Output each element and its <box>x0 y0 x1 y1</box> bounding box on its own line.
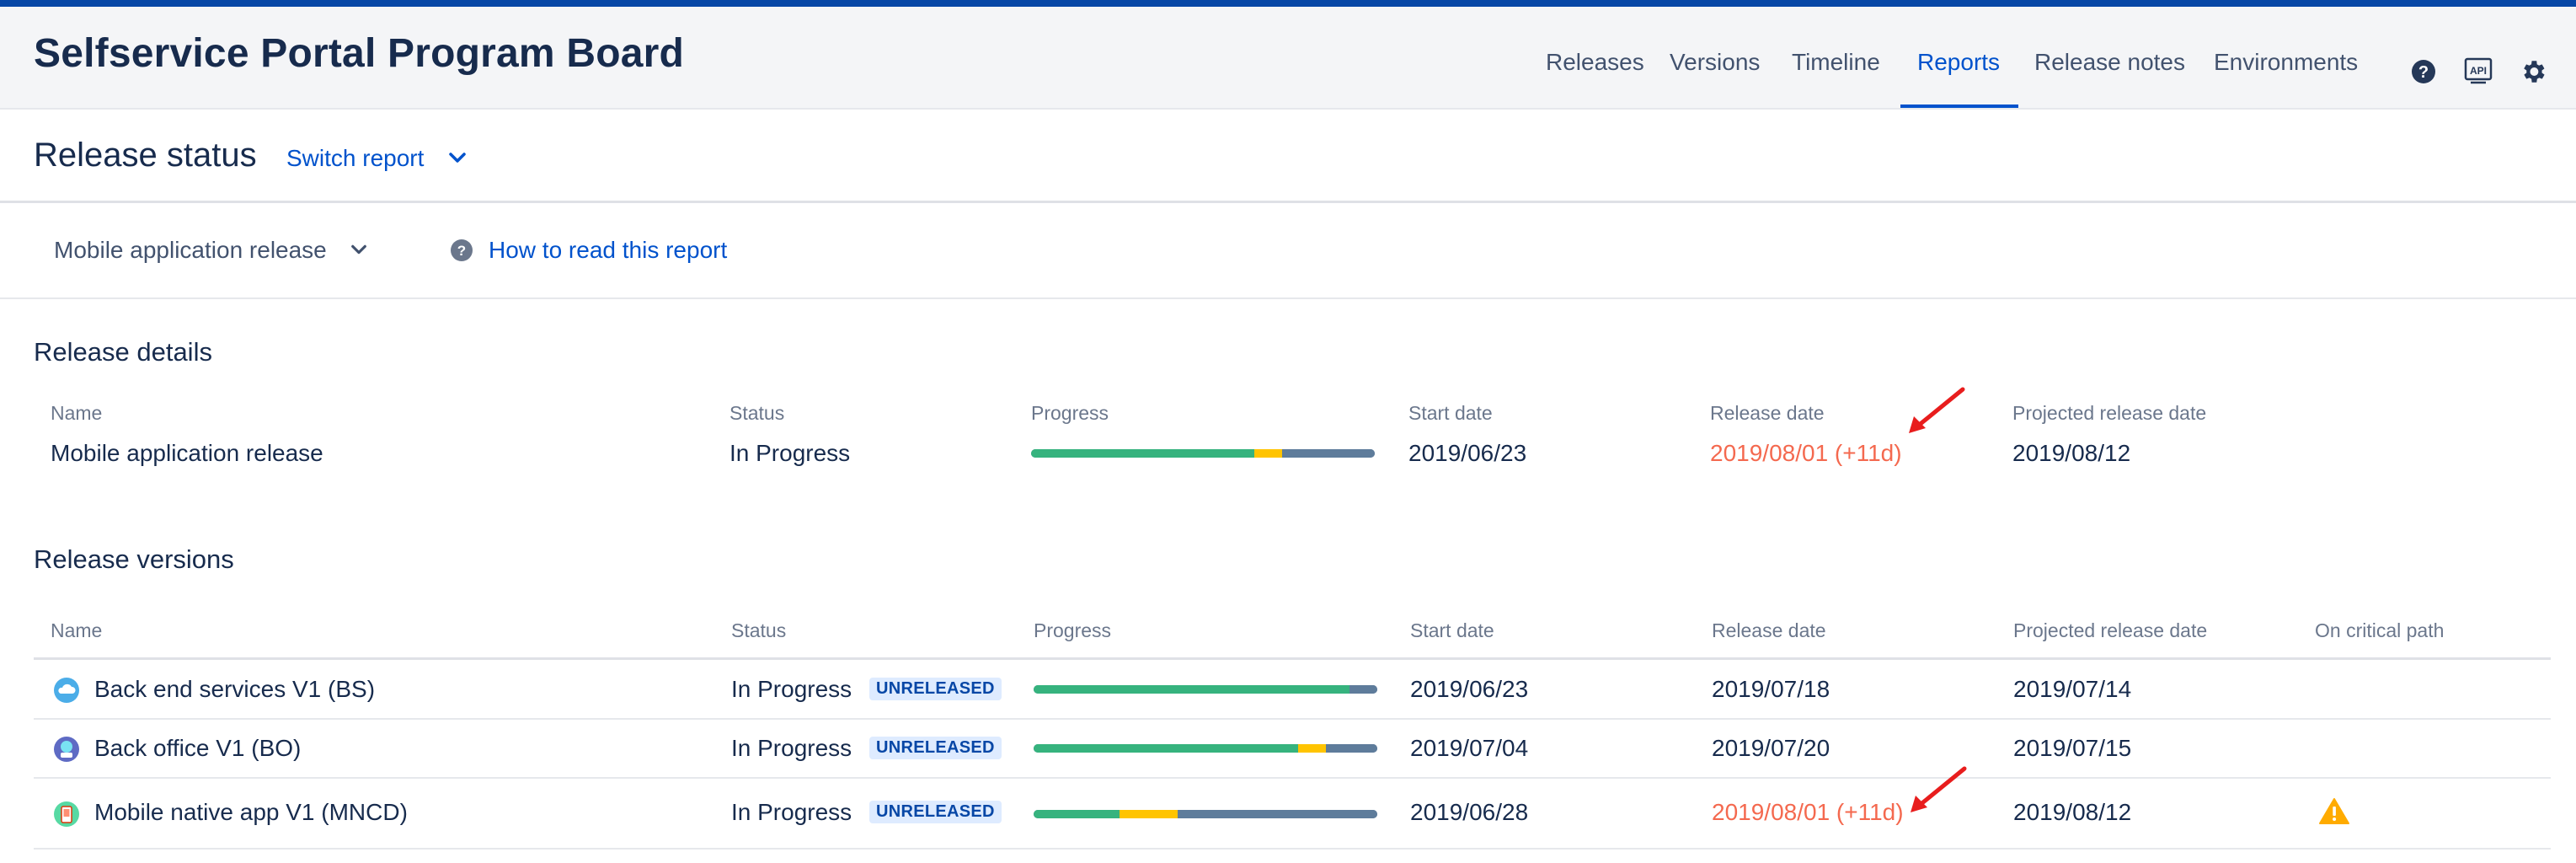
top-accent-bar <box>0 0 2576 7</box>
release-progress-bar <box>1031 449 1375 458</box>
how-to-read-link[interactable]: How to read this report <box>489 237 727 264</box>
col-status-header: Status <box>730 402 785 424</box>
version-start-date: 2019/07/04 <box>1410 735 1529 761</box>
version-projected-date: 2019/07/14 <box>2013 676 2132 702</box>
cloud-icon <box>54 678 79 703</box>
settings-icon[interactable] <box>2519 57 2547 86</box>
col-name-header: Name <box>51 402 103 424</box>
progress-in-progress-segment <box>1298 744 1326 753</box>
progress-todo-segment <box>1281 449 1375 458</box>
col-projected-date-header: Projected release date <box>2012 402 2207 424</box>
col-projected-date-header: Projected release date <box>2013 619 2208 641</box>
projected-release-date: 2019/08/12 <box>2012 440 2131 466</box>
help-icon: ? <box>451 239 473 261</box>
col-start-date-header: Start date <box>1408 402 1493 424</box>
version-start-date: 2019/06/23 <box>1410 676 1529 702</box>
office-icon <box>54 737 79 762</box>
release-date: 2019/08/01 (+11d) <box>1710 440 1902 466</box>
nav-reports[interactable]: Reports <box>1917 49 2000 76</box>
unreleased-badge: UNRELEASED <box>869 801 1002 823</box>
release-start-date: 2019/06/23 <box>1408 440 1527 466</box>
version-release-date: 2019/08/01 (+11d) <box>1712 799 1904 825</box>
progress-in-progress-segment <box>1120 810 1178 818</box>
release-versions-title: Release versions <box>34 544 234 574</box>
release-name: Mobile application release <box>51 440 323 466</box>
app-title: Selfservice Portal Program Board <box>34 31 685 76</box>
row-divider <box>34 777 2551 779</box>
nav-timeline[interactable]: Timeline <box>1792 49 1880 76</box>
api-icon[interactable]: API <box>2464 57 2493 84</box>
warning-icon <box>2319 798 2349 824</box>
svg-text:?: ? <box>2418 63 2429 82</box>
version-name[interactable]: Back office V1 (BO) <box>94 735 301 762</box>
svg-text:?: ? <box>457 243 466 259</box>
chevron-down-icon[interactable] <box>448 152 467 163</box>
version-status: In Progress <box>731 799 852 825</box>
col-start-date-header: Start date <box>1410 619 1494 641</box>
progress-todo-segment <box>1325 744 1377 753</box>
version-release-date: 2019/07/18 <box>1712 676 1830 702</box>
col-progress-header: Progress <box>1034 619 1112 641</box>
svg-text:API: API <box>2470 65 2487 77</box>
mobile-app-icon <box>54 801 79 827</box>
nav-release-notes[interactable]: Release notes <box>2034 49 2185 76</box>
progress-done-segment <box>1034 810 1120 818</box>
version-name[interactable]: Mobile native app V1 (MNCD) <box>94 799 408 826</box>
col-progress-header: Progress <box>1031 402 1109 424</box>
nav-versions[interactable]: Versions <box>1670 49 1760 76</box>
unreleased-badge: UNRELEASED <box>869 737 1002 759</box>
progress-done-segment <box>1034 744 1299 753</box>
row-divider <box>34 848 2551 850</box>
release-details-title: Release details <box>34 337 212 367</box>
version-start-date: 2019/06/28 <box>1410 799 1529 825</box>
active-tab-indicator <box>1900 105 2018 108</box>
switch-report-button[interactable]: Switch report <box>286 145 424 172</box>
unreleased-badge: UNRELEASED <box>869 678 1002 700</box>
progress-done-segment <box>1034 685 1350 694</box>
version-status: In Progress <box>731 735 852 761</box>
filter-bar <box>0 203 2576 299</box>
version-projected-date: 2019/07/15 <box>2013 735 2132 761</box>
row-divider <box>34 718 2551 720</box>
progress-in-progress-segment <box>1254 449 1282 458</box>
nav-releases[interactable]: Releases <box>1546 49 1644 76</box>
version-release-date: 2019/07/20 <box>1712 735 1830 761</box>
progress-todo-segment <box>1349 685 1377 694</box>
version-projected-date: 2019/08/12 <box>2013 799 2132 825</box>
col-critical-path-header: On critical path <box>2315 619 2445 641</box>
col-release-date-header: Release date <box>1710 402 1825 424</box>
version-progress-bar <box>1034 810 1377 818</box>
nav-environments[interactable]: Environments <box>2214 49 2358 76</box>
progress-done-segment <box>1031 449 1255 458</box>
version-progress-bar <box>1034 685 1377 694</box>
col-release-date-header: Release date <box>1712 619 1826 641</box>
table-header-divider <box>34 657 2551 660</box>
annotation-arrow-icon <box>1909 387 1965 433</box>
progress-todo-segment <box>1178 810 1377 818</box>
release-status: In Progress <box>730 440 851 466</box>
col-name-header: Name <box>51 619 103 641</box>
col-status-header: Status <box>731 619 787 641</box>
page-title: Release status <box>34 137 257 174</box>
version-name[interactable]: Back end services V1 (BS) <box>94 676 375 703</box>
version-status: In Progress <box>731 676 852 702</box>
help-icon[interactable]: ? <box>2411 59 2436 84</box>
version-progress-bar <box>1034 744 1377 753</box>
annotation-arrow-icon <box>1911 766 1967 812</box>
chevron-down-icon[interactable] <box>350 244 367 255</box>
release-select[interactable]: Mobile application release <box>54 237 327 264</box>
